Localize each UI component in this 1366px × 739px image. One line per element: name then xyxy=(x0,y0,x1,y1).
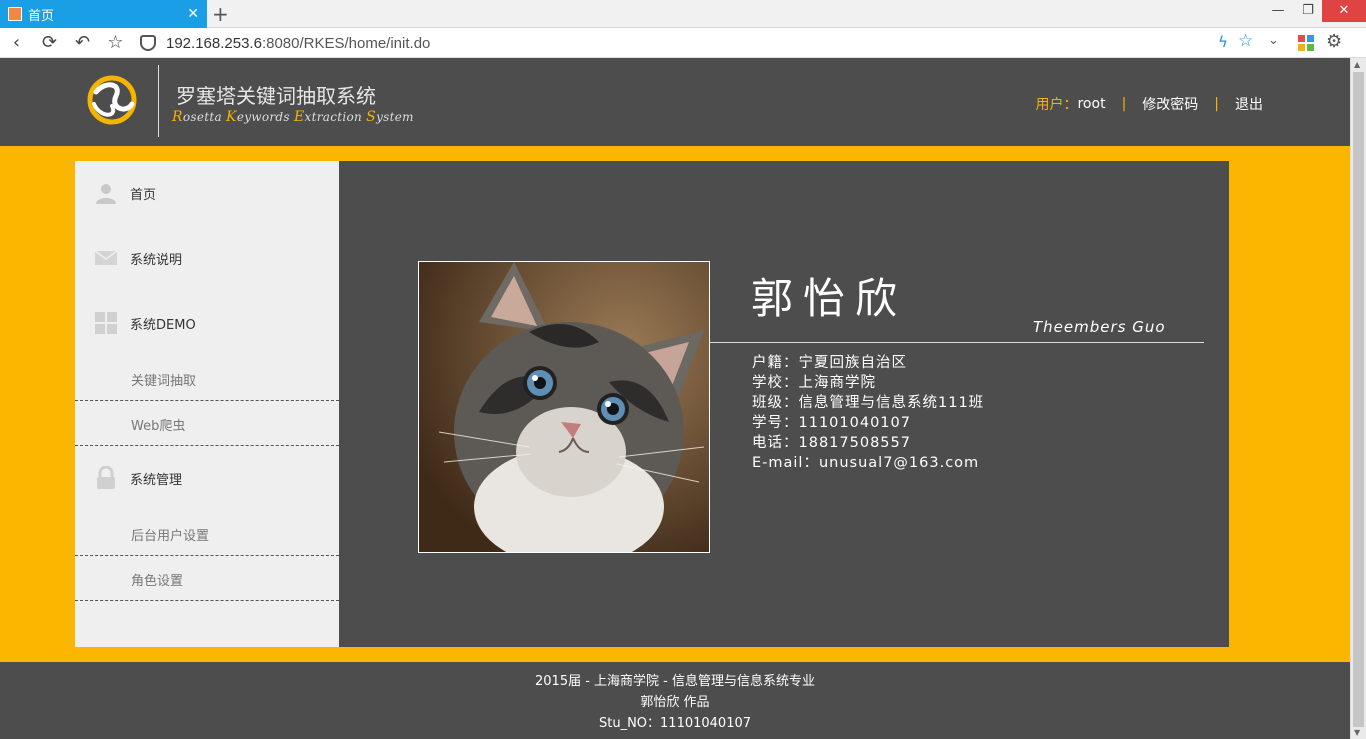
sidebar-subitem-label: 关键词抽取 xyxy=(131,374,197,389)
scroll-up-icon[interactable]: ▲ xyxy=(1354,60,1360,69)
change-password-link[interactable]: 修改密码 xyxy=(1142,94,1198,114)
profile-name: 郭怡欣 xyxy=(751,274,908,323)
logo-divider xyxy=(158,65,159,137)
browser-tab[interactable]: 首页 ✕ xyxy=(0,0,207,28)
lightning-icon[interactable]: ϟ xyxy=(1218,33,1228,51)
apps-icon[interactable] xyxy=(1298,35,1314,51)
sidebar-item-label: 系统管理 xyxy=(130,472,183,488)
mail-icon xyxy=(94,250,118,265)
main-content: 郭怡欣 Theembers Guo 户籍：宁夏回族自治区 学校：上海商学院 班级… xyxy=(339,161,1229,647)
system-title: 罗塞塔关键词抽取系统 xyxy=(176,84,376,108)
sidebar-subitem-label: 后台用户设置 xyxy=(131,529,210,544)
info-hometown: 户籍：宁夏回族自治区 xyxy=(752,355,907,371)
browser-navbar: ‹ ⟳ ↶ ☆ 192.168.253.6:8080/RKES/home/ini… xyxy=(0,28,1366,58)
sidebar-subitem-label: 角色设置 xyxy=(131,574,184,589)
system-subtitle: Rosetta Keywords Extraction System xyxy=(172,109,414,125)
minimize-icon[interactable]: — xyxy=(1263,0,1293,22)
nav-separator: | xyxy=(1214,96,1219,112)
bookmark-star-icon[interactable]: ☆ xyxy=(99,32,132,53)
page-scrollbar[interactable]: ▲ ▼ xyxy=(1350,58,1366,739)
sidebar-item-home[interactable]: 首页 xyxy=(75,173,339,213)
logo-icon xyxy=(87,75,137,125)
refresh-icon[interactable]: ⟳ xyxy=(33,32,66,53)
favorite-star-icon[interactable]: ☆ xyxy=(1238,31,1253,51)
footer-line: 郭怡欣 作品 xyxy=(640,695,710,710)
footer-line: 2015届 - 上海商学院 - 信息管理与信息系统专业 xyxy=(535,674,815,689)
kitten-photo-image xyxy=(419,262,709,552)
sidebar-subitem-web-crawler[interactable]: Web爬虫 xyxy=(75,401,339,446)
sidebar-subitem-role-settings[interactable]: 角色设置 xyxy=(75,556,339,601)
site-footer: 2015届 - 上海商学院 - 信息管理与信息系统专业 郭怡欣 作品 Stu_N… xyxy=(0,662,1350,739)
sidebar: 首页 系统说明 系统DEMO 关键词抽取 Web爬虫 系统管理 后台用户设置 角… xyxy=(75,161,339,647)
sidebar-item-label: 系统DEMO xyxy=(130,317,196,333)
sidebar-item-system-desc[interactable]: 系统说明 xyxy=(75,238,339,278)
info-student-id: 学号：11101040107 xyxy=(752,415,911,431)
close-tab-icon[interactable]: ✕ xyxy=(187,6,199,22)
chevron-down-icon[interactable]: ⌄ xyxy=(1268,33,1279,48)
sidebar-item-demo[interactable]: 系统DEMO xyxy=(75,303,339,343)
user-icon xyxy=(96,184,116,204)
sidebar-subitem-label: Web爬虫 xyxy=(131,419,186,434)
address-bar[interactable]: 192.168.253.6:8080/RKES/home/init.do xyxy=(140,31,1290,55)
scroll-thumb[interactable] xyxy=(1353,72,1364,727)
undo-icon[interactable]: ↶ xyxy=(66,32,99,53)
profile-english-name: Theembers Guo xyxy=(1033,318,1166,336)
scroll-down-icon[interactable]: ▼ xyxy=(1354,728,1360,737)
grid-icon xyxy=(95,312,117,334)
favicon-icon xyxy=(8,7,22,21)
browser-tabbar: 首页 ✕ + — ❐ ✕ xyxy=(0,0,1366,28)
gear-icon[interactable]: ⚙ xyxy=(1326,31,1342,52)
sidebar-subitem-keyword-extract[interactable]: 关键词抽取 xyxy=(75,356,339,401)
back-icon[interactable]: ‹ xyxy=(0,32,33,53)
info-phone: 电话：18817508557 xyxy=(752,435,911,451)
new-tab-button[interactable]: + xyxy=(212,3,229,25)
user-nav: 用户： root | 修改密码 | 退出 xyxy=(1035,94,1263,114)
user-label: 用户： xyxy=(1035,97,1078,113)
profile-info: 户籍：宁夏回族自治区 学校：上海商学院 班级：信息管理与信息系统111班 学号：… xyxy=(752,353,984,473)
name-divider xyxy=(710,342,1204,343)
restore-icon[interactable]: ❐ xyxy=(1293,0,1323,22)
shield-icon xyxy=(140,35,156,51)
nav-separator: | xyxy=(1121,96,1127,112)
info-school: 学校：上海商学院 xyxy=(752,375,876,391)
footer-line: Stu_NO：11101040107 xyxy=(598,716,752,731)
window-close-icon[interactable]: ✕ xyxy=(1322,0,1366,22)
sidebar-item-label: 系统说明 xyxy=(130,252,183,268)
info-email: E-mail：unusual7@163.com xyxy=(752,455,980,471)
url-text: 192.168.253.6:8080/RKES/home/init.do xyxy=(166,34,431,52)
profile-photo xyxy=(418,261,710,553)
user-name: root xyxy=(1077,96,1106,112)
sidebar-subitem-user-settings[interactable]: 后台用户设置 xyxy=(75,511,339,556)
sidebar-item-admin[interactable]: 系统管理 xyxy=(75,458,339,498)
site-header: 罗塞塔关键词抽取系统 Rosetta Keywords Extraction S… xyxy=(0,58,1350,146)
lock-icon xyxy=(97,466,115,489)
tab-title: 首页 xyxy=(28,8,55,24)
info-class: 班级：信息管理与信息系统111班 xyxy=(752,395,985,411)
logout-link[interactable]: 退出 xyxy=(1235,94,1263,114)
sidebar-item-label: 首页 xyxy=(130,187,157,203)
